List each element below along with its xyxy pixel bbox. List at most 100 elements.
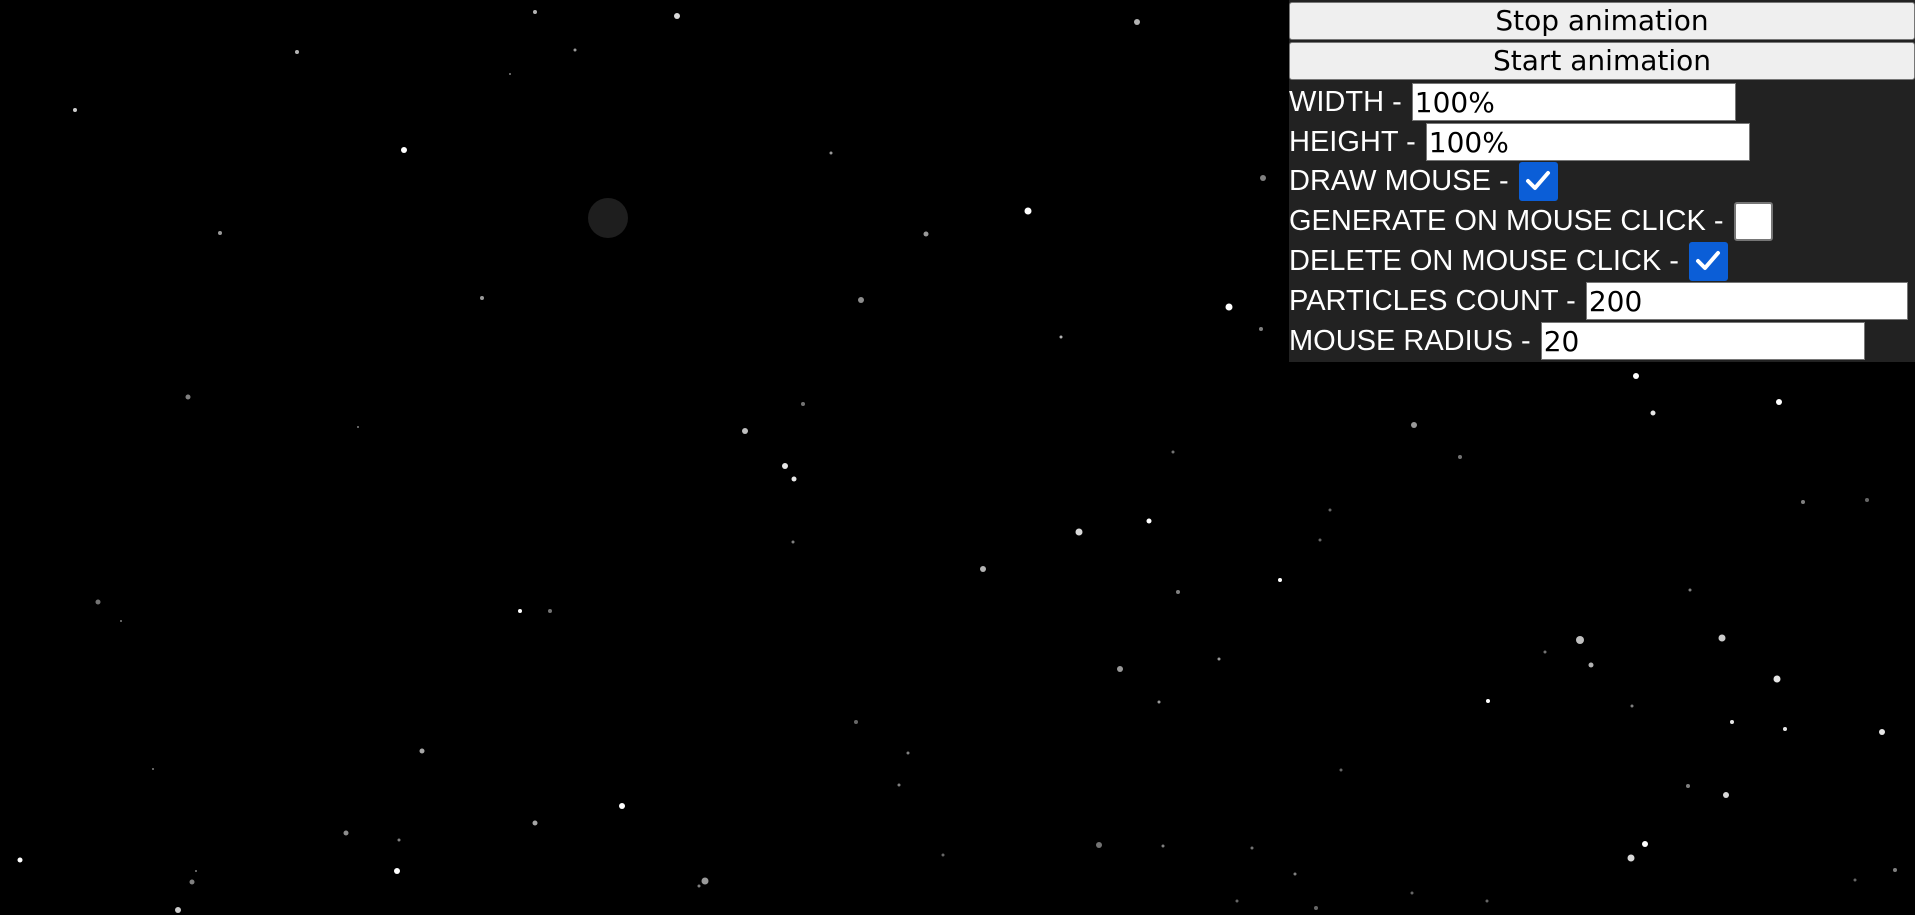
particle bbox=[573, 48, 577, 52]
particle bbox=[674, 13, 680, 19]
particle bbox=[1650, 410, 1656, 416]
particle bbox=[1686, 784, 1690, 788]
width-row: WIDTH - bbox=[1289, 82, 1736, 122]
draw-mouse-checkbox[interactable] bbox=[1518, 161, 1558, 201]
particle bbox=[394, 868, 400, 874]
particle bbox=[701, 877, 709, 885]
particle bbox=[195, 870, 197, 872]
particle bbox=[1278, 578, 1282, 582]
particle bbox=[829, 151, 833, 155]
mouse-circle bbox=[588, 198, 628, 238]
particle bbox=[791, 540, 795, 544]
particle bbox=[1879, 729, 1885, 735]
particle bbox=[1235, 899, 1239, 903]
particle bbox=[1314, 906, 1318, 910]
start-animation-button[interactable]: Start animation bbox=[1289, 42, 1915, 80]
particle bbox=[1176, 590, 1180, 594]
particle bbox=[1146, 518, 1152, 524]
mouse-radius-row: MOUSE RADIUS - bbox=[1289, 321, 1865, 361]
particle bbox=[1411, 422, 1417, 428]
particle bbox=[548, 609, 552, 613]
particle bbox=[980, 566, 986, 572]
particle bbox=[1260, 175, 1266, 181]
particle bbox=[782, 463, 788, 469]
particle bbox=[120, 620, 122, 622]
particle bbox=[343, 830, 349, 836]
particle bbox=[1865, 498, 1869, 502]
particle bbox=[509, 73, 511, 75]
particle bbox=[1225, 303, 1233, 311]
particle bbox=[295, 50, 299, 54]
particle bbox=[152, 768, 154, 770]
checkmark-icon bbox=[1526, 171, 1551, 190]
particle bbox=[1627, 854, 1635, 862]
particle bbox=[218, 231, 222, 235]
particle bbox=[1059, 335, 1063, 339]
particle bbox=[1783, 727, 1787, 731]
particle bbox=[533, 10, 537, 14]
particle bbox=[1730, 720, 1734, 724]
mouse-radius-label: MOUSE RADIUS - bbox=[1289, 324, 1531, 357]
particle bbox=[1024, 207, 1032, 215]
particle bbox=[518, 609, 522, 613]
particle bbox=[185, 394, 191, 400]
particles-count-input[interactable] bbox=[1585, 282, 1908, 320]
stop-animation-button[interactable]: Stop animation bbox=[1289, 2, 1915, 40]
particle bbox=[1157, 700, 1161, 704]
particle bbox=[17, 857, 23, 863]
particle bbox=[1718, 634, 1726, 642]
particle bbox=[1096, 842, 1102, 848]
mouse-radius-input[interactable] bbox=[1540, 322, 1865, 360]
particle bbox=[95, 599, 101, 605]
particle bbox=[1630, 704, 1634, 708]
controls-panel: Stop animation Start animation WIDTH - H… bbox=[1289, 0, 1915, 362]
particle bbox=[1485, 899, 1489, 903]
delete-on-click-row: DELETE ON MOUSE CLICK - bbox=[1289, 241, 1728, 281]
delete-on-click-checkbox[interactable] bbox=[1688, 241, 1728, 281]
delete-on-click-label: DELETE ON MOUSE CLICK - bbox=[1289, 244, 1679, 277]
particle bbox=[1588, 662, 1594, 668]
particle bbox=[73, 108, 77, 112]
particles-count-row: PARTICLES COUNT - bbox=[1289, 281, 1908, 321]
particle bbox=[397, 838, 401, 842]
particle bbox=[1161, 844, 1165, 848]
particle bbox=[357, 426, 359, 428]
particles-count-label: PARTICLES COUNT - bbox=[1289, 284, 1576, 317]
particle bbox=[1293, 872, 1297, 876]
particle bbox=[1776, 399, 1782, 405]
generate-on-click-checkbox[interactable] bbox=[1733, 201, 1773, 241]
particle bbox=[1410, 891, 1414, 895]
particle bbox=[401, 147, 407, 153]
particle bbox=[1801, 500, 1805, 504]
particle bbox=[697, 884, 701, 888]
particle bbox=[480, 296, 484, 300]
particle bbox=[1543, 650, 1547, 654]
particle bbox=[858, 297, 864, 303]
particle bbox=[1773, 675, 1781, 683]
particle bbox=[1458, 455, 1462, 459]
particle bbox=[941, 853, 945, 857]
height-input[interactable] bbox=[1425, 123, 1750, 161]
particle bbox=[1134, 19, 1140, 25]
width-input[interactable] bbox=[1411, 83, 1736, 121]
particle bbox=[175, 907, 181, 913]
particle bbox=[1328, 508, 1332, 512]
particle bbox=[791, 476, 797, 482]
generate-on-click-label: GENERATE ON MOUSE CLICK - bbox=[1289, 204, 1724, 237]
particle bbox=[1688, 588, 1692, 592]
particle bbox=[897, 783, 901, 787]
particle bbox=[1642, 841, 1648, 847]
particle bbox=[1171, 450, 1175, 454]
particle bbox=[1723, 792, 1729, 798]
width-label: WIDTH - bbox=[1289, 85, 1402, 118]
particle bbox=[419, 748, 425, 754]
particle bbox=[532, 820, 538, 826]
particle bbox=[1893, 868, 1897, 872]
particle bbox=[1250, 846, 1254, 850]
checkmark-icon bbox=[1696, 251, 1721, 270]
particle bbox=[1217, 657, 1221, 661]
draw-mouse-row: DRAW MOUSE - bbox=[1289, 161, 1558, 201]
particle bbox=[1339, 768, 1343, 772]
particle bbox=[1576, 636, 1584, 644]
particle bbox=[1853, 878, 1857, 882]
